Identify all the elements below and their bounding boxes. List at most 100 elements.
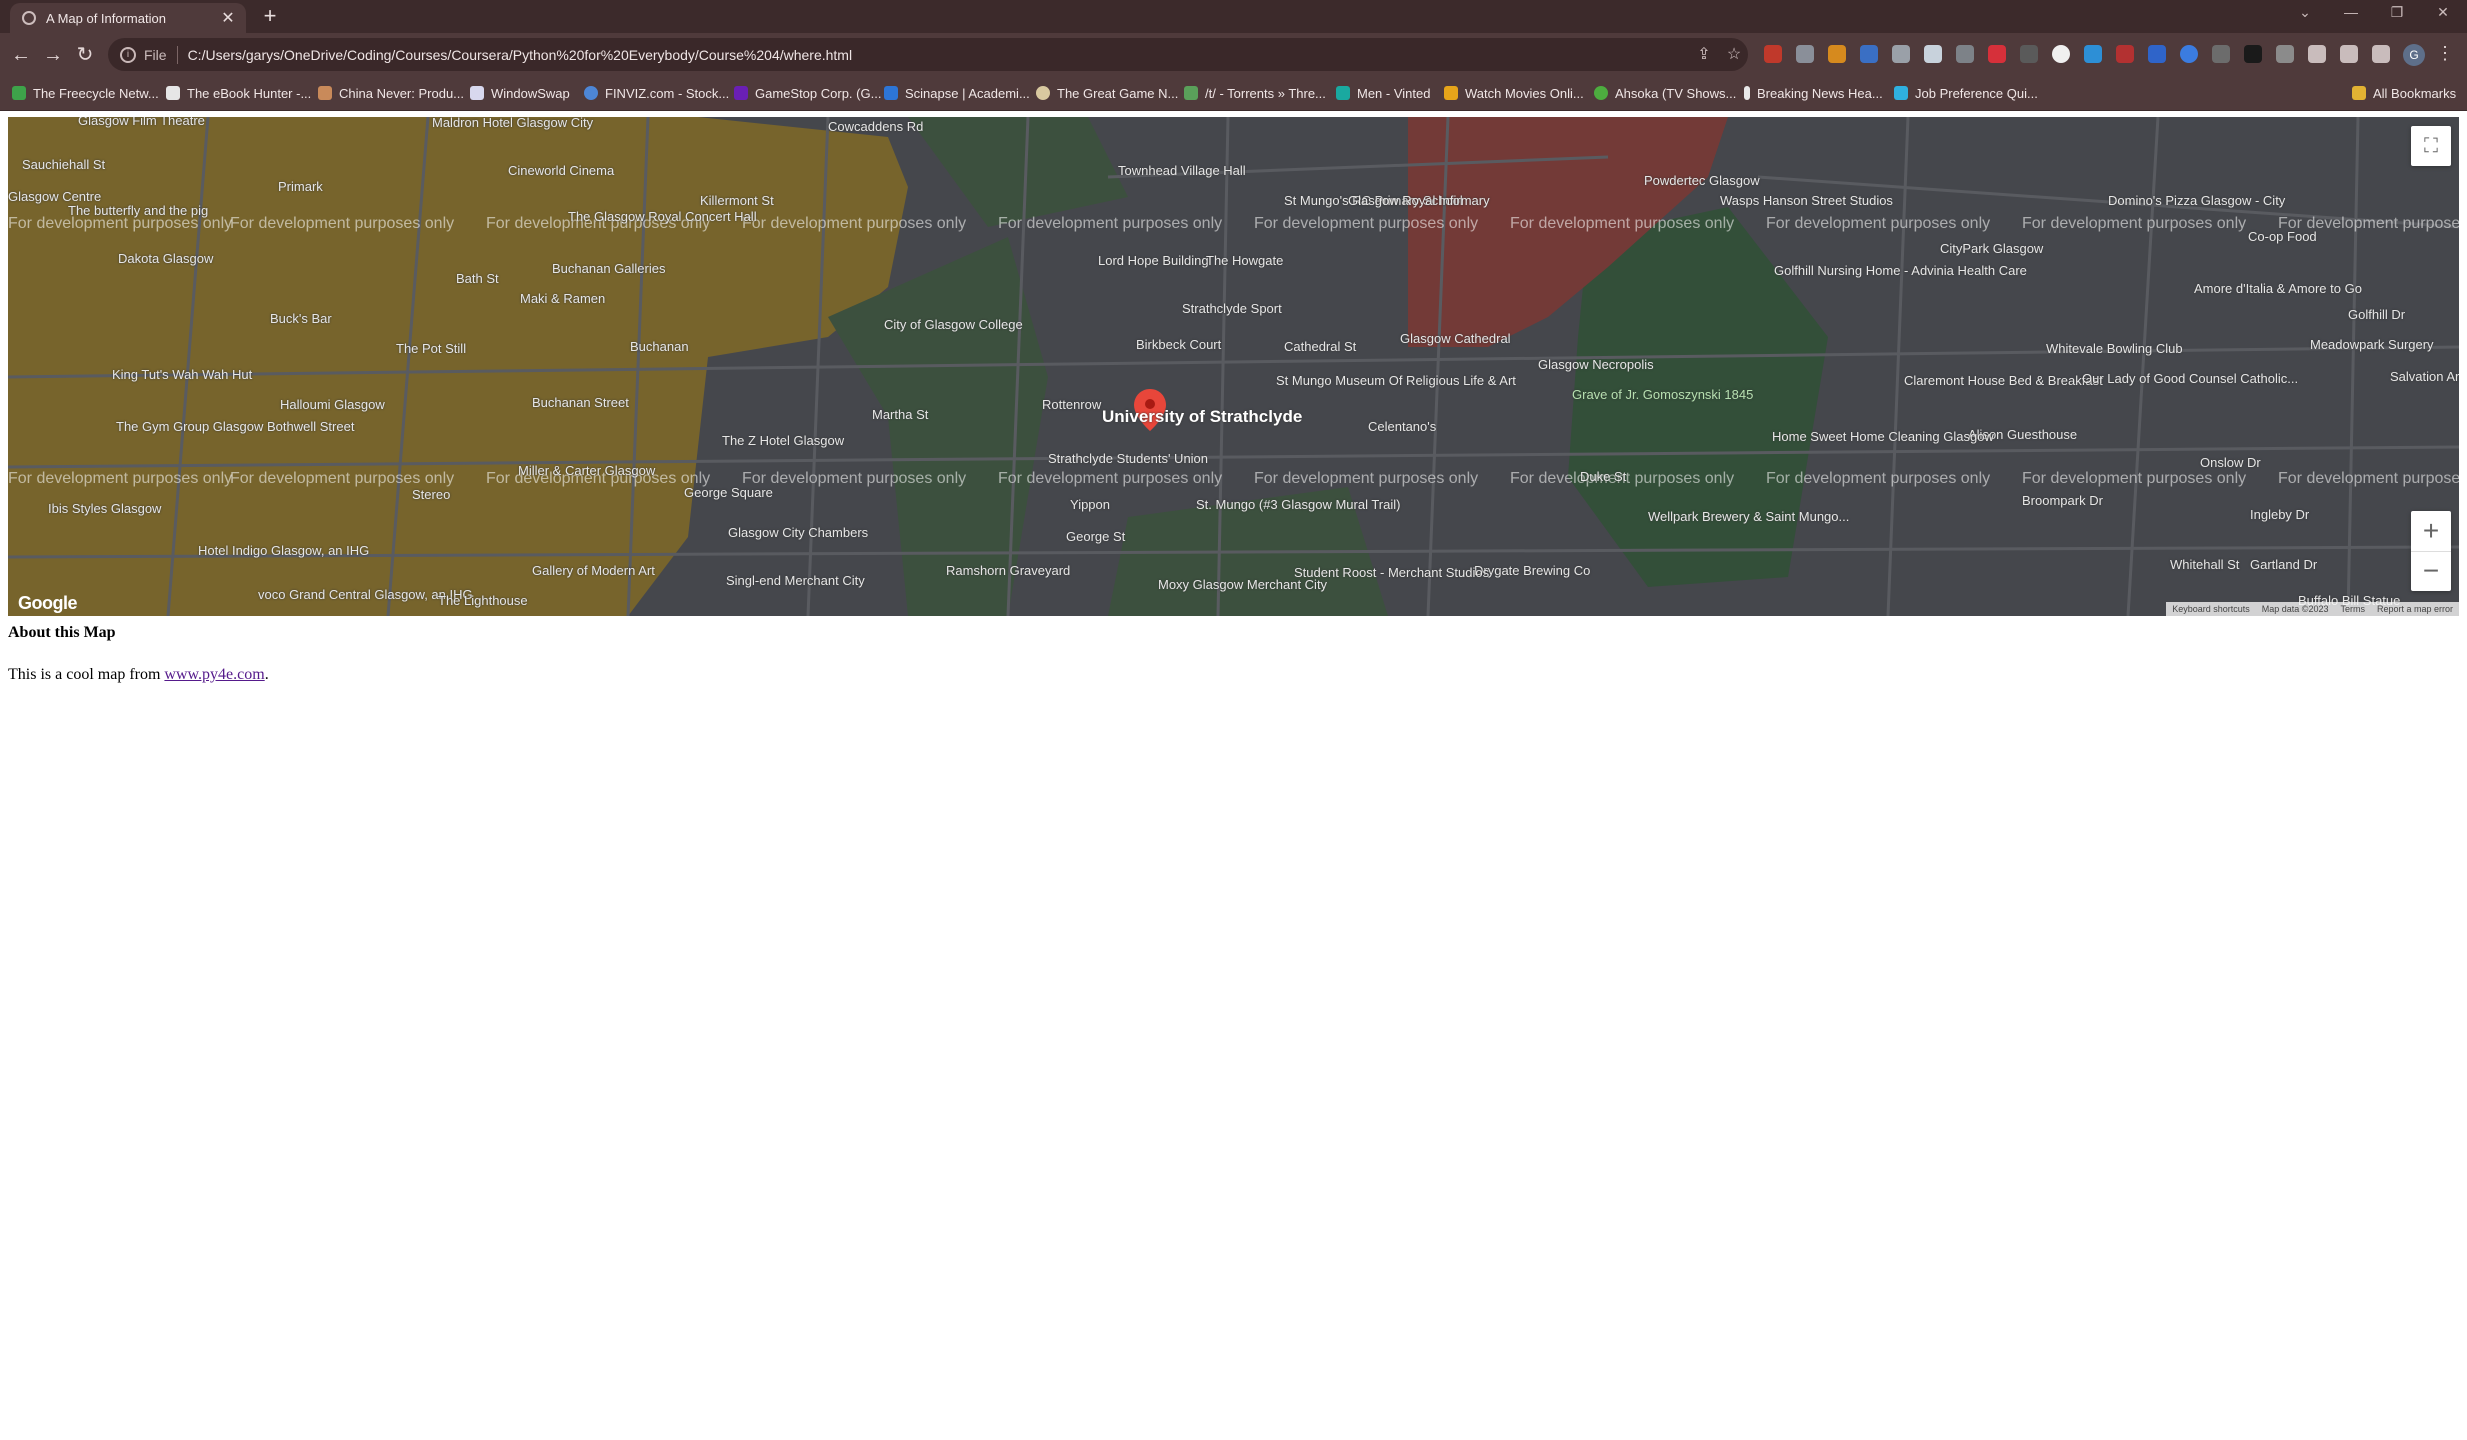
py4e-link[interactable]: www.py4e.com — [164, 666, 264, 683]
map-label: Halloumi Glasgow — [280, 397, 385, 412]
map-label: Buck's Bar — [270, 311, 332, 326]
terms-link[interactable]: Terms — [2334, 604, 2371, 614]
tab-strip: A Map of Information ✕ + ⌄ — ❐ ✕ — [0, 0, 2467, 33]
extension-icon[interactable] — [1764, 45, 1782, 63]
map-label: Golfhill Dr — [2348, 307, 2406, 322]
shield-icon[interactable] — [2148, 45, 2166, 63]
map-label: Gartland Dr — [2250, 557, 2318, 572]
extension-icon[interactable] — [2084, 45, 2102, 63]
map-label: Glasgow City Chambers — [728, 525, 869, 540]
map-label: Buchanan — [630, 339, 689, 354]
watermark: For development purposes only — [742, 215, 967, 232]
all-bookmarks-button[interactable]: All Bookmarks — [2352, 83, 2456, 103]
bookmark-item[interactable]: Job Preference Qui... — [1894, 83, 2038, 103]
forward-icon[interactable]: → — [40, 42, 66, 68]
bookmark-item[interactable]: Scinapse | Academi... — [884, 83, 1030, 103]
bookmark-item[interactable]: Men - Vinted — [1336, 83, 1430, 103]
share-icon[interactable]: ⇪ — [1694, 45, 1714, 65]
close-window-icon[interactable]: ✕ — [2428, 4, 2458, 21]
map-label: Ramshorn Graveyard — [946, 563, 1071, 578]
new-tab-button[interactable]: + — [258, 4, 282, 28]
extension-icon[interactable] — [1924, 45, 1942, 63]
watermark: For development purposes only — [230, 470, 455, 487]
extension-icon[interactable] — [1860, 45, 1878, 63]
bookmark-favicon — [584, 86, 598, 100]
media-icon[interactable] — [2340, 45, 2358, 63]
map-label: City of Glasgow College — [884, 317, 1023, 332]
menu-icon[interactable]: ⋮ — [2436, 43, 2454, 64]
map-label: George Square — [684, 485, 773, 500]
bookmark-item[interactable]: /t/ - Torrents » Thre... — [1184, 83, 1326, 103]
extension-icon[interactable] — [2212, 45, 2230, 63]
bookmark-item[interactable]: FINVIZ.com - Stock... — [584, 83, 729, 103]
map-label: Amore d'Italia & Amore to Go — [2194, 281, 2362, 296]
extension-icon[interactable] — [2052, 45, 2070, 63]
watermark: For development purposes only — [1254, 215, 1479, 232]
google-logo[interactable]: Google — [18, 593, 78, 614]
extension-icon[interactable] — [2020, 45, 2038, 63]
about-text: This is a cool map from — [8, 666, 165, 683]
restore-icon[interactable]: ❐ — [2382, 4, 2412, 21]
map-label: Ibis Styles Glasgow — [48, 501, 162, 516]
close-tab-icon[interactable]: ✕ — [218, 8, 238, 28]
zoom-control: + − — [2411, 511, 2451, 591]
watermark: For development purposes only — [998, 215, 1223, 232]
map-label: Wellpark Brewery & Saint Mungo... — [1648, 509, 1850, 524]
reload-icon[interactable]: ↻ — [72, 42, 98, 68]
zoom-out-button[interactable]: − — [2411, 552, 2451, 591]
map-label: Lord Hope Building — [1098, 253, 1209, 268]
fullscreen-button[interactable]: ⛶ — [2411, 126, 2451, 166]
extension-icon[interactable] — [2276, 45, 2294, 63]
extension-icon[interactable] — [1796, 45, 1814, 63]
map-label: Glasgow Centre — [8, 189, 102, 204]
map-label: Cathedral St — [1284, 339, 1357, 354]
bookmark-star-icon[interactable]: ☆ — [1724, 45, 1744, 65]
puzzle-icon[interactable] — [2308, 45, 2326, 63]
extension-icon[interactable] — [2244, 45, 2262, 63]
bookmark-item[interactable]: GameStop Corp. (G... — [734, 83, 881, 103]
report-error-link[interactable]: Report a map error — [2371, 604, 2459, 614]
url-text[interactable]: C:/Users/garys/OneDrive/Coding/Courses/C… — [188, 47, 853, 63]
browser-toolbar: ← → ↻ i File C:/Users/garys/OneDrive/Cod… — [0, 33, 2467, 76]
extension-icon[interactable] — [1988, 45, 2006, 63]
extension-icon[interactable] — [2116, 45, 2134, 63]
map-label: CityPark Glasgow — [1940, 241, 2044, 256]
map-label: Martha St — [872, 407, 929, 422]
divider — [176, 45, 178, 64]
watermark: For development purposes only — [2278, 470, 2459, 487]
watermark: For development purposes only — [1766, 470, 1991, 487]
bookmark-item[interactable]: WindowSwap — [470, 83, 570, 103]
bookmark-item[interactable]: The eBook Hunter -... — [166, 83, 311, 103]
extension-icon[interactable] — [1892, 45, 1910, 63]
map-label: Broompark Dr — [2022, 493, 2103, 508]
bookmark-item[interactable]: China Never: Produ... — [318, 83, 464, 103]
map-label: The Lighthouse — [438, 593, 528, 608]
bookmark-favicon — [1444, 86, 1458, 100]
bookmark-item[interactable]: Ahsoka (TV Shows... — [1594, 83, 1736, 103]
map-label: Strathclyde Sport — [1182, 301, 1282, 316]
map-label: Golfhill Nursing Home - Advinia Health C… — [1774, 263, 2027, 278]
bookmark-item[interactable]: Watch Movies Onli... — [1444, 83, 1584, 103]
map-label: King Tut's Wah Wah Hut — [112, 367, 253, 382]
site-info-icon[interactable]: i — [120, 46, 136, 63]
map-label: The butterfly and the pig — [68, 203, 209, 218]
map-label: Whitehall St — [2170, 557, 2240, 572]
map-data-attribution: Map data ©2023 — [2261, 604, 2329, 614]
back-icon[interactable]: ← — [8, 42, 34, 68]
bookmark-item[interactable]: Breaking News Hea... — [1744, 83, 1883, 103]
minimize-icon[interactable]: — — [2336, 4, 2366, 20]
zoom-in-button[interactable]: + — [2411, 511, 2451, 552]
browser-tab[interactable]: A Map of Information ✕ — [10, 3, 246, 33]
extension-icon[interactable] — [2180, 45, 2198, 63]
extension-icon[interactable] — [1828, 45, 1846, 63]
keyboard-shortcuts-link[interactable]: Keyboard shortcuts — [2166, 604, 2256, 614]
side-panel-icon[interactable] — [2372, 45, 2390, 63]
bookmark-item[interactable]: The Great Game N... — [1036, 83, 1178, 103]
map-label: The Z Hotel Glasgow — [722, 433, 845, 448]
tab-search-icon[interactable]: ⌄ — [2290, 4, 2320, 21]
bookmark-item[interactable]: The Freecycle Netw... — [12, 83, 159, 103]
address-bar[interactable]: i File C:/Users/garys/OneDrive/Coding/Co… — [108, 38, 1748, 71]
profile-avatar[interactable]: G — [2403, 44, 2425, 66]
map-canvas[interactable]: For development purposes only For develo… — [8, 117, 2459, 616]
extension-icon[interactable] — [1956, 45, 1974, 63]
